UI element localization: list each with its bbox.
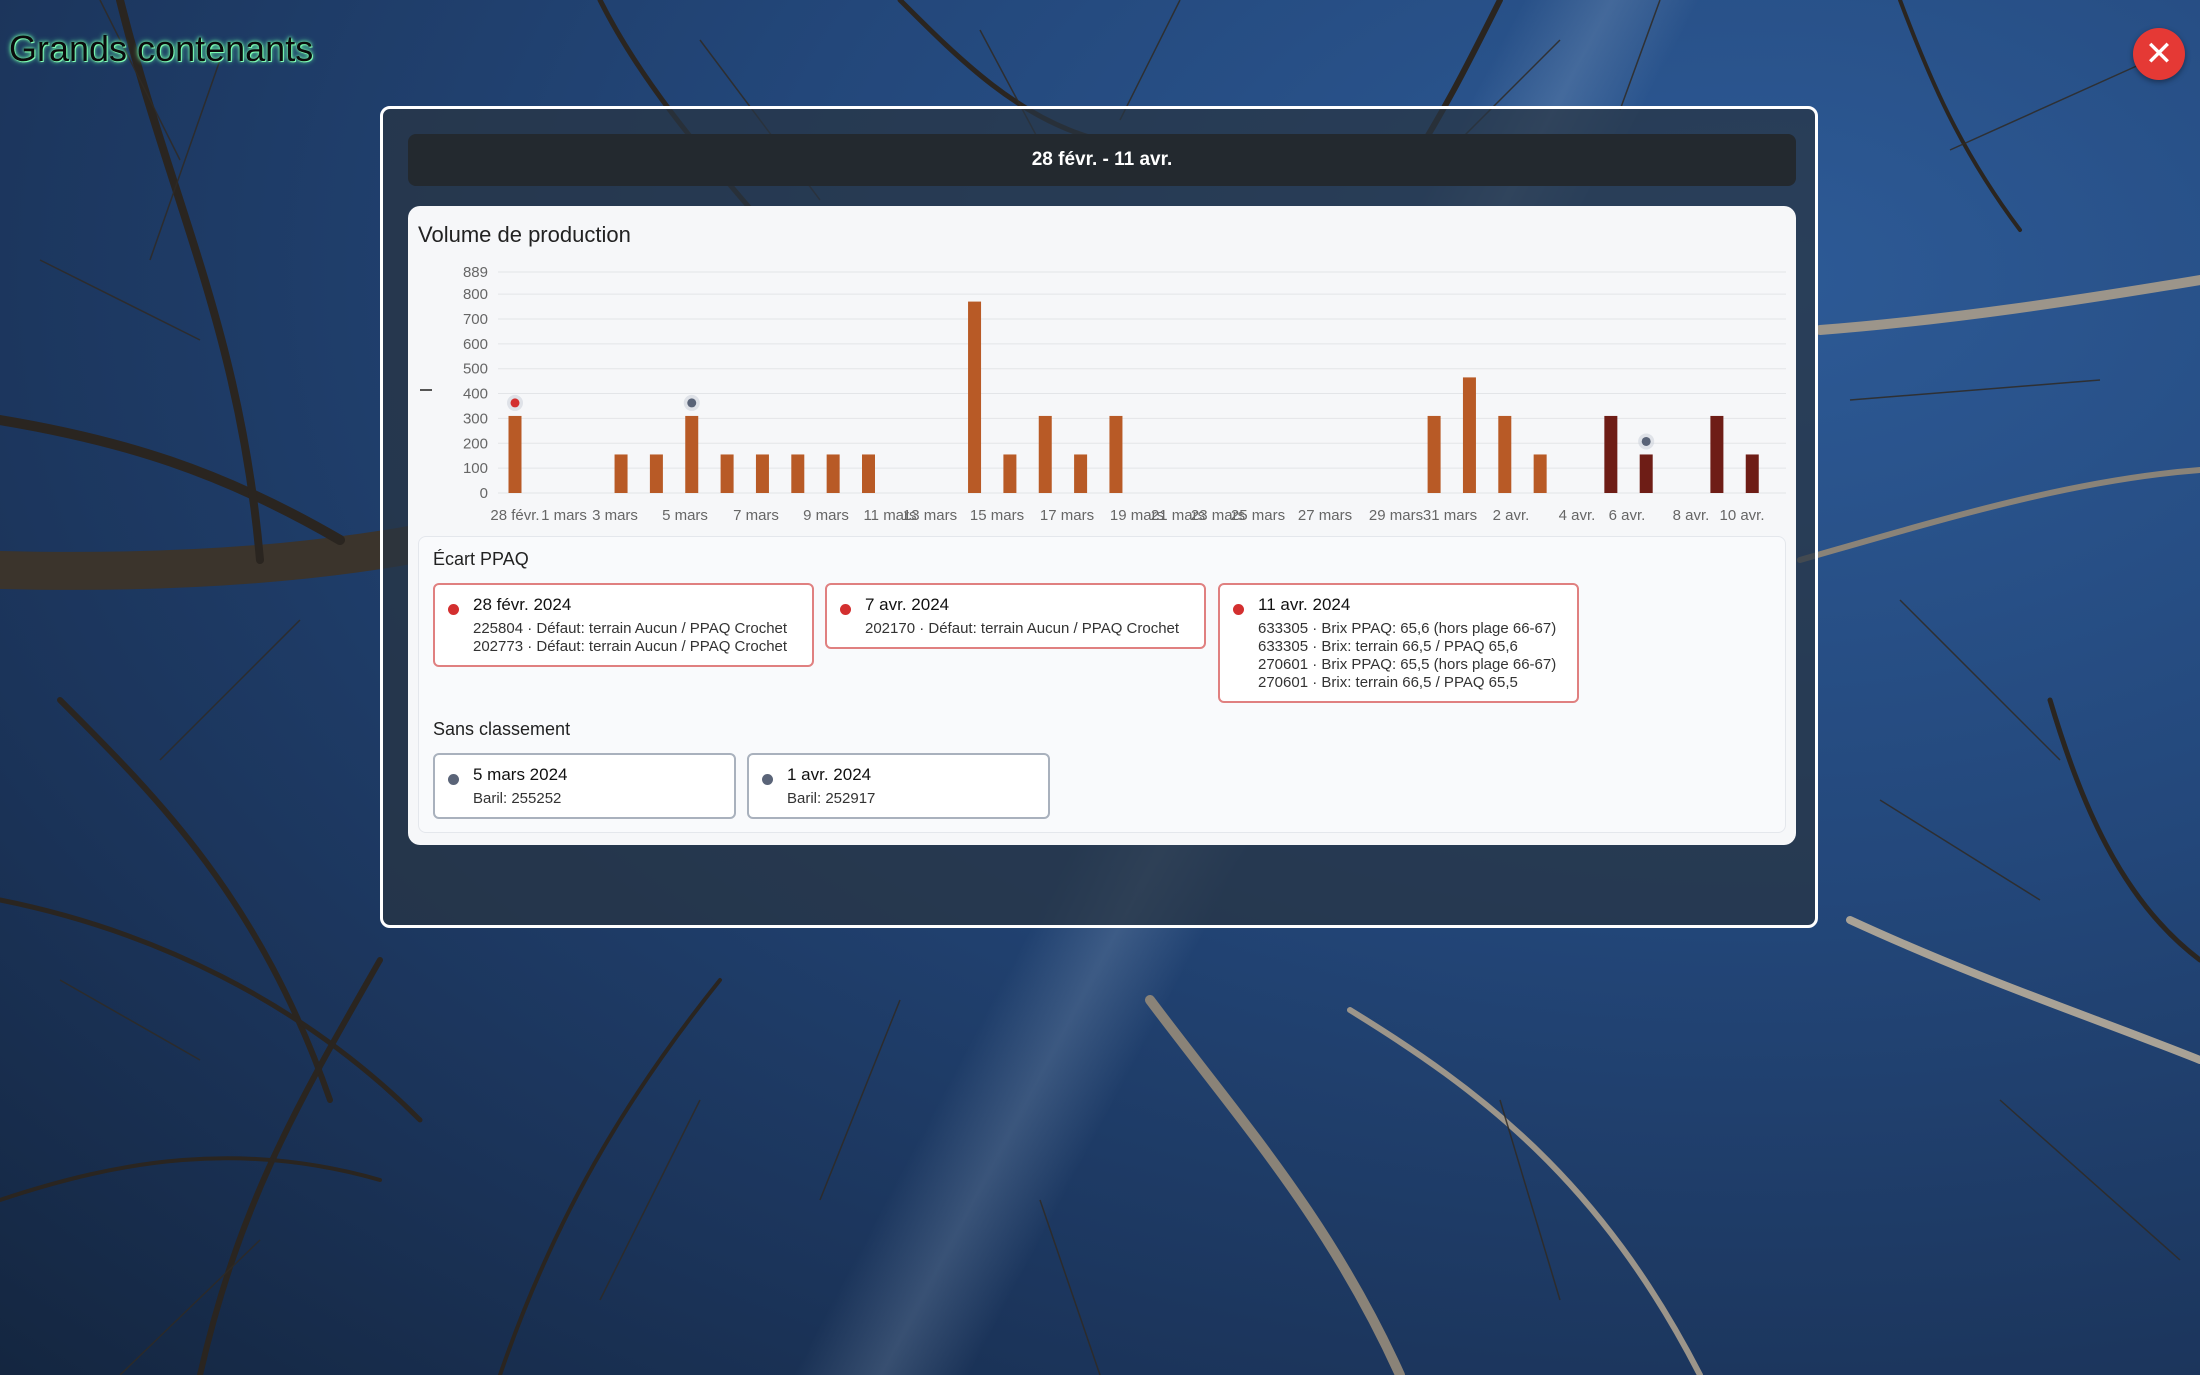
- events-section: Écart PPAQ 28 févr. 2024 225804 · Défaut…: [418, 536, 1786, 833]
- event-detail: 202170 · Défaut: terrain Aucun / PPAQ Cr…: [865, 620, 1180, 637]
- event-date: 5 mars 2024: [473, 765, 568, 784]
- bar[interactable]: [720, 454, 734, 493]
- bar[interactable]: [1498, 415, 1512, 493]
- event-detail: 270601 · Brix PPAQ: 65,5 (hors plage 66-…: [1258, 656, 1557, 673]
- ppaq-title: Écart PPAQ: [433, 549, 529, 569]
- bar[interactable]: [968, 301, 982, 493]
- event-detail: 633305 · Brix: terrain 66,5 / PPAQ 65,6: [1258, 638, 1518, 655]
- bar[interactable]: [755, 454, 769, 493]
- x-tick-label: 17 mars: [1040, 507, 1094, 524]
- bar[interactable]: [1038, 415, 1052, 493]
- unclassified-title: Sans classement: [433, 719, 571, 739]
- x-tick-label: 9 mars: [803, 507, 849, 524]
- ppaq-marker[interactable]: [510, 398, 520, 408]
- event-detail: Baril: 252917: [787, 790, 876, 807]
- close-icon: ✕: [2144, 35, 2174, 73]
- bar[interactable]: [1639, 454, 1653, 493]
- bar[interactable]: [1003, 454, 1017, 493]
- y-tick-label: 500: [463, 361, 488, 378]
- unclassified-card[interactable]: 1 avr. 2024 Baril: 252917: [747, 753, 1050, 819]
- bar[interactable]: [791, 454, 805, 493]
- event-detail: 270601 · Brix: terrain 66,5 / PPAQ 65,5: [1258, 674, 1518, 691]
- bar[interactable]: [1462, 377, 1476, 493]
- x-tick-label: 10 avr.: [1719, 507, 1764, 524]
- ppaq-dot-icon: [448, 604, 459, 615]
- production-chart: 0 100 200 300 400 500 600 700 800 889 28 févr. 1 ma…: [463, 264, 1786, 524]
- x-tick-label: 28 févr.: [490, 507, 539, 524]
- x-tick-label: 1 mars: [541, 507, 587, 524]
- x-tick-label: 8 avr.: [1673, 507, 1710, 524]
- y-tick-label: 0: [480, 485, 488, 502]
- x-tick-label: 3 mars: [592, 507, 638, 524]
- bar[interactable]: [1109, 415, 1123, 493]
- ppaq-card[interactable]: 11 avr. 2024 633305 · Brix PPAQ: 65,6 (h…: [1218, 583, 1579, 703]
- x-tick-label: 6 avr.: [1609, 507, 1646, 524]
- date-range-label: 28 févr. - 11 avr.: [1031, 149, 1173, 170]
- ppaq-card[interactable]: 7 avr. 2024 202170 · Défaut: terrain Auc…: [825, 583, 1206, 649]
- bar[interactable]: [1745, 454, 1759, 493]
- unclassified-dot-icon: [762, 774, 773, 785]
- ppaq-dot-icon: [840, 604, 851, 615]
- y-tick-label: 700: [463, 311, 488, 328]
- ppaq-card[interactable]: 28 févr. 2024 225804 · Défaut: terrain A…: [433, 583, 814, 667]
- y-tick-label: 600: [463, 336, 488, 353]
- x-tick-label: 7 mars: [733, 507, 779, 524]
- y-tick-label: 889: [463, 264, 488, 281]
- event-detail: 225804 · Défaut: terrain Aucun / PPAQ Cr…: [473, 620, 788, 637]
- page-title: Grands contenants: [9, 28, 314, 69]
- x-tick-label: 13 mars: [903, 507, 957, 524]
- event-detail: 202773 · Défaut: terrain Aucun / PPAQ Cr…: [473, 638, 788, 655]
- x-tick-label: 31 mars: [1423, 507, 1477, 524]
- bar[interactable]: [826, 454, 840, 493]
- production-card: Volume de production 0 100 200 300 400 500 600…: [408, 206, 1796, 845]
- unclassified-marker[interactable]: [1641, 436, 1651, 446]
- event-date: 11 avr. 2024: [1258, 595, 1351, 614]
- x-tick-label: 2 avr.: [1493, 507, 1530, 524]
- close-button[interactable]: ✕: [2133, 28, 2185, 80]
- unclassified-card[interactable]: 5 mars 2024 Baril: 255252: [433, 753, 736, 819]
- production-title: Volume de production: [418, 222, 631, 247]
- bar[interactable]: [1533, 454, 1547, 493]
- y-tick-label: 100: [463, 460, 488, 477]
- bar[interactable]: [614, 454, 628, 493]
- event-date: 1 avr. 2024: [787, 765, 872, 784]
- bar[interactable]: [1710, 415, 1724, 493]
- x-tick-label: 5 mars: [662, 507, 708, 524]
- x-tick-label: 25 mars: [1231, 507, 1285, 524]
- bar[interactable]: [685, 415, 699, 493]
- bar[interactable]: [649, 454, 663, 493]
- unclassified-dot-icon: [448, 774, 459, 785]
- y-tick-label: 200: [463, 435, 488, 452]
- x-tick-label: 29 mars: [1369, 507, 1423, 524]
- bar[interactable]: [1604, 415, 1618, 493]
- x-tick-label: 15 mars: [970, 507, 1024, 524]
- bar[interactable]: [862, 454, 875, 493]
- event-date: 7 avr. 2024: [865, 595, 950, 614]
- event-detail: Baril: 255252: [473, 790, 562, 807]
- production-modal: 28 févr. - 11 avr. Volume de production …: [380, 106, 1818, 928]
- date-range-bar[interactable]: 28 févr. - 11 avr.: [408, 134, 1796, 186]
- bar[interactable]: [1427, 415, 1441, 493]
- ppaq-dot-icon: [1233, 604, 1244, 615]
- y-tick-label: 400: [463, 386, 488, 403]
- bar[interactable]: [1074, 454, 1088, 493]
- x-tick-label: 4 avr.: [1559, 507, 1596, 524]
- bar[interactable]: [508, 415, 522, 493]
- event-detail: 633305 · Brix PPAQ: 65,6 (hors plage 66-…: [1258, 620, 1557, 637]
- y-tick-label: 800: [463, 286, 488, 303]
- unclassified-marker[interactable]: [687, 398, 697, 408]
- y-tick-label: 300: [463, 410, 488, 427]
- event-date: 28 févr. 2024: [473, 595, 572, 614]
- x-tick-label: 27 mars: [1298, 507, 1352, 524]
